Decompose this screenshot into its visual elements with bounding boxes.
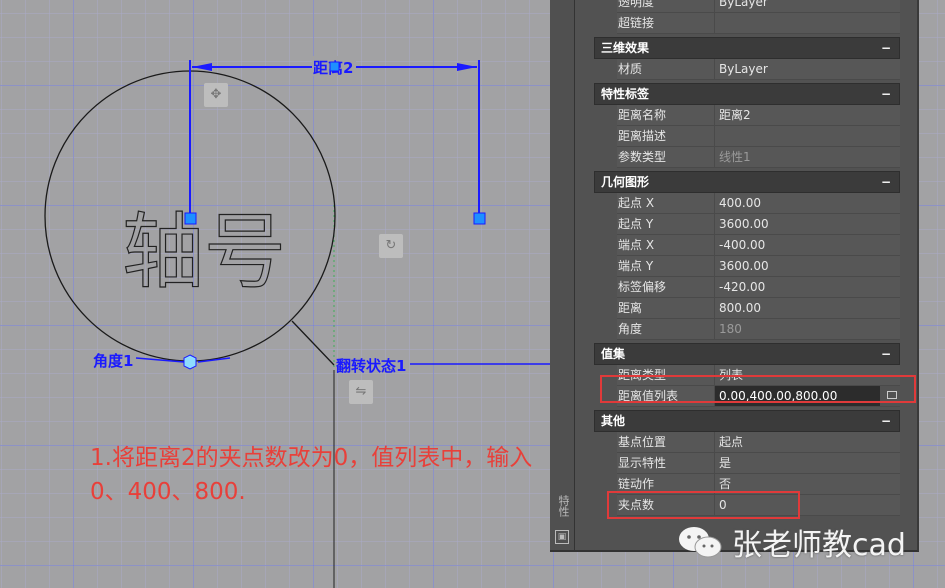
property-row[interactable]: 端点 Y 3600.00: [617, 256, 900, 277]
property-label: 距离名称: [617, 105, 715, 125]
property-value[interactable]: 距离2: [715, 105, 900, 125]
property-label: 显示特性: [617, 453, 715, 473]
note-line: 1.将距离2的夹点数改为0，值列表中，输入: [90, 445, 533, 471]
property-label: 端点 X: [617, 235, 715, 255]
section-title: 值集: [601, 347, 626, 361]
property-row[interactable]: 材质 ByLayer: [617, 59, 900, 80]
highlight-box: [600, 375, 916, 403]
property-value[interactable]: 线性1: [715, 147, 900, 167]
property-row[interactable]: 超链接: [617, 13, 900, 34]
section-header[interactable]: 几何图形 −: [594, 171, 900, 193]
property-value[interactable]: 400.00: [715, 193, 900, 213]
property-row[interactable]: 起点 Y 3600.00: [617, 214, 900, 235]
collapse-toggle-icon[interactable]: −: [881, 411, 891, 431]
property-row[interactable]: 显示特性是: [617, 453, 900, 474]
property-row[interactable]: 起点 X 400.00: [617, 193, 900, 214]
move-action-icon[interactable]: ✥: [204, 83, 228, 107]
property-value[interactable]: -420.00: [715, 277, 900, 297]
property-row[interactable]: 距离名称 距离2: [617, 105, 900, 126]
property-label: 距离: [617, 298, 715, 318]
property-value[interactable]: -400.00: [715, 235, 900, 255]
arrow-right-icon: [457, 63, 477, 71]
property-label: 标签偏移: [617, 277, 715, 297]
property-value[interactable]: 3600.00: [715, 256, 900, 276]
property-value[interactable]: 800.00: [715, 298, 900, 318]
collapse-toggle-icon[interactable]: −: [881, 344, 891, 364]
section-header[interactable]: 特性标签 −: [594, 83, 900, 105]
property-label: 起点 X: [617, 193, 715, 213]
section-header[interactable]: 值集 −: [594, 343, 900, 365]
arrow-left-icon: [192, 63, 212, 71]
property-value[interactable]: [715, 126, 900, 146]
section-title: 特性标签: [601, 87, 650, 101]
property-row[interactable]: 标签偏移 -420.00: [617, 277, 900, 298]
note-line: 0、400、800.: [90, 479, 246, 505]
property-row[interactable]: 距离描述: [617, 126, 900, 147]
section-header[interactable]: 其他 −: [594, 410, 900, 432]
property-value[interactable]: 起点: [715, 432, 900, 452]
grip-handle[interactable]: [184, 212, 197, 225]
properties-panel: 特性 ▣ 透明度 ByLayer 超链接 三维效果 − 材质 ByLayer 特性标签 − 距离名…: [550, 0, 919, 552]
circle-text: 轴号: [122, 205, 286, 300]
property-value[interactable]: 是: [715, 453, 900, 473]
property-row[interactable]: 基点位置 起点: [617, 432, 900, 453]
property-label: 距离描述: [617, 126, 715, 146]
property-label: 基点位置: [617, 432, 715, 452]
property-label: 超链接: [617, 13, 715, 33]
wechat-icon: [679, 527, 722, 558]
property-row[interactable]: 端点 X -400.00: [617, 235, 900, 256]
grip-handle[interactable]: [329, 61, 340, 72]
panel-title-strip[interactable]: 特性 ▣: [550, 0, 575, 550]
collapse-toggle-icon[interactable]: −: [881, 84, 891, 104]
flip-param-label[interactable]: 翻转状态1: [336, 357, 406, 375]
property-label: 透明度: [617, 0, 715, 12]
property-row[interactable]: 参数类型 线性1: [617, 147, 900, 168]
property-value[interactable]: ByLayer: [715, 0, 900, 12]
property-row[interactable]: 角度 180: [617, 319, 900, 340]
property-value[interactable]: [715, 13, 900, 33]
flip-action-icon[interactable]: ⇋: [349, 380, 373, 404]
grip-handle[interactable]: [473, 212, 486, 225]
property-value[interactable]: ByLayer: [715, 59, 900, 79]
section-title: 其他: [601, 414, 626, 428]
watermark-text: 张老师教cad: [732, 528, 906, 563]
property-label: 角度: [617, 319, 715, 339]
property-row[interactable]: 距离 800.00: [617, 298, 900, 319]
panel-title: 特性: [557, 495, 570, 517]
section-title: 几何图形: [601, 175, 650, 189]
collapse-toggle-icon[interactable]: −: [881, 38, 891, 58]
property-label: 起点 Y: [617, 214, 715, 234]
leader-line: [291, 320, 335, 366]
instruction-note: 1.将距离2的夹点数改为0，值列表中，输入 0、400、800.: [90, 441, 532, 509]
section-header[interactable]: 三维效果 −: [594, 37, 900, 59]
property-value[interactable]: 3600.00: [715, 214, 900, 234]
highlight-box: [607, 491, 800, 519]
property-label: 材质: [617, 59, 715, 79]
angle-param-label[interactable]: 角度1: [93, 352, 133, 370]
panel-pin-icon[interactable]: ▣: [555, 530, 569, 544]
section-title: 三维效果: [601, 41, 650, 55]
property-list: 透明度 ByLayer 超链接 三维效果 − 材质 ByLayer 特性标签 − 距离名称 距离2 距…: [594, 0, 900, 516]
property-value[interactable]: 180: [715, 319, 900, 339]
rotate-action-icon[interactable]: ↻: [379, 234, 403, 258]
property-label: 参数类型: [617, 147, 715, 167]
collapse-toggle-icon[interactable]: −: [881, 172, 891, 192]
property-label: 端点 Y: [617, 256, 715, 276]
watermark: 张老师教cad: [676, 520, 906, 564]
property-row[interactable]: 透明度 ByLayer: [617, 0, 900, 13]
angle-grip-handle[interactable]: [183, 354, 197, 370]
